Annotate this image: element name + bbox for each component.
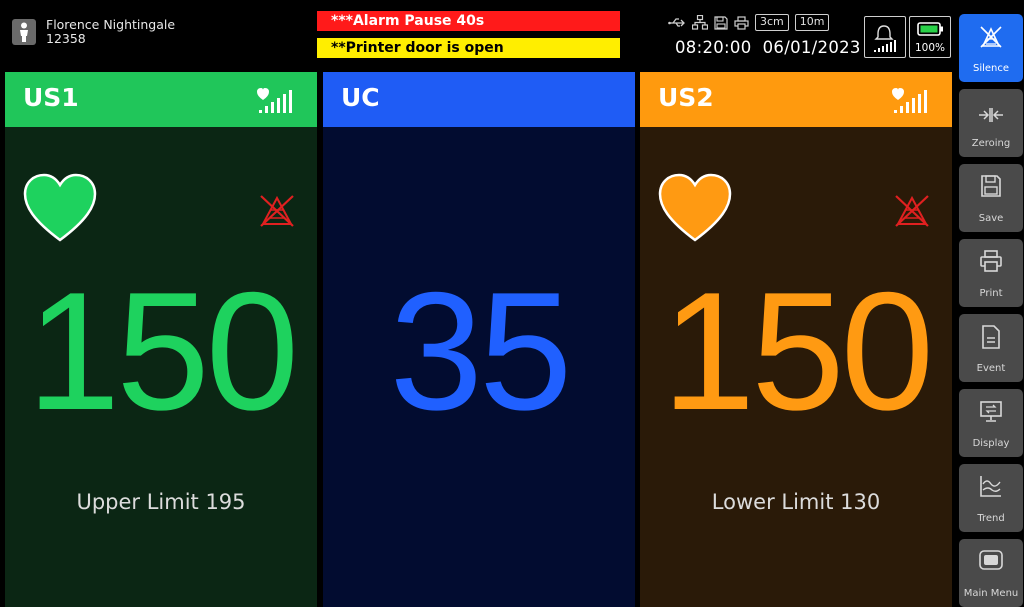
- uc-body: 35: [323, 127, 635, 607]
- bell-icon: [874, 25, 894, 40]
- main-menu-icon: [979, 550, 1003, 570]
- battery-indicator: 100%: [909, 16, 951, 58]
- save-icon: [981, 175, 1001, 197]
- alarm-volume-indicator[interactable]: [864, 16, 906, 58]
- alarm-off-icon: [895, 195, 929, 227]
- us1-value: 150: [26, 257, 299, 445]
- print-icon: [980, 250, 1002, 272]
- storage-icon: [714, 15, 728, 30]
- main-menu-button[interactable]: Main Menu: [959, 539, 1023, 607]
- datetime: 08:20:00 06/01/2023: [675, 38, 861, 57]
- network-icon: [692, 15, 708, 30]
- heart-icon: [23, 173, 97, 242]
- display-icon: [980, 401, 1002, 422]
- us1-limit: Upper Limit 195: [76, 490, 246, 514]
- top-status-bar: Florence Nightingale 12358 ***Alarm Paus…: [0, 0, 958, 70]
- main-menu-label: Main Menu: [963, 588, 1019, 599]
- silence-label: Silence: [972, 63, 1010, 74]
- patient-info[interactable]: Florence Nightingale 12358: [12, 18, 175, 46]
- us1-header: US1: [5, 72, 317, 127]
- us1-body: 150 Upper Limit 195: [5, 127, 317, 607]
- alarm-pause-banner[interactable]: ***Alarm Pause 40s: [317, 11, 620, 31]
- printer-door-alarm-banner[interactable]: **Printer door is open: [317, 38, 620, 58]
- uc-header: UC: [323, 72, 635, 127]
- save-button[interactable]: Save: [959, 164, 1023, 232]
- zeroing-icon: [979, 108, 1003, 122]
- us2-title: US2: [658, 83, 714, 112]
- battery-icon: [917, 22, 943, 36]
- trend-button[interactable]: Trend: [959, 464, 1023, 532]
- zeroing-label: Zeroing: [971, 138, 1011, 149]
- uc-value: 35: [389, 257, 573, 445]
- status-icons: 3cm 10m: [668, 14, 830, 31]
- trend-icon: [980, 476, 1001, 497]
- trend-label: Trend: [977, 513, 1005, 524]
- usb-icon: [668, 17, 686, 29]
- display-label: Display: [972, 438, 1010, 449]
- patient-name: Florence Nightingale: [46, 17, 176, 32]
- us2-value: 150: [661, 257, 934, 445]
- save-label: Save: [978, 213, 1004, 224]
- time: 08:20:00: [675, 38, 752, 57]
- date: 06/01/2023: [762, 38, 861, 57]
- us2-limit: Lower Limit 130: [711, 490, 881, 514]
- heart-icon: [658, 173, 732, 242]
- us1-panel[interactable]: US1 150 Upper Limit 195: [5, 72, 317, 607]
- event-icon: [982, 325, 1000, 349]
- us2-header: US2: [640, 72, 952, 127]
- print-label: Print: [979, 288, 1003, 299]
- event-label: Event: [976, 363, 1006, 374]
- us1-title: US1: [23, 83, 79, 112]
- battery-percent: 100%: [914, 42, 946, 54]
- sidebar: Silence Zeroing Save Print Event Display…: [958, 0, 1024, 607]
- signal-quality-icon: [257, 88, 292, 113]
- uc-panel[interactable]: UC 35: [323, 72, 635, 607]
- printer-status-icon: [734, 15, 749, 30]
- uc-title: UC: [341, 83, 380, 112]
- print-button[interactable]: Print: [959, 239, 1023, 307]
- patient-id: 12358: [46, 31, 86, 46]
- duration-indicator[interactable]: 10m: [794, 14, 830, 31]
- patient-icon: [12, 19, 36, 45]
- alarm-off-icon: [260, 195, 294, 227]
- zeroing-button[interactable]: Zeroing: [959, 89, 1023, 157]
- silence-icon: [980, 26, 1002, 48]
- signal-quality-icon: [892, 88, 927, 113]
- silence-button[interactable]: Silence: [959, 14, 1023, 82]
- us2-panel[interactable]: US2 150 Lower Limit 130: [640, 72, 952, 607]
- display-button[interactable]: Display: [959, 389, 1023, 457]
- scale-indicator[interactable]: 3cm: [755, 14, 789, 31]
- event-button[interactable]: Event: [959, 314, 1023, 382]
- us2-body: 150 Lower Limit 130: [640, 127, 952, 607]
